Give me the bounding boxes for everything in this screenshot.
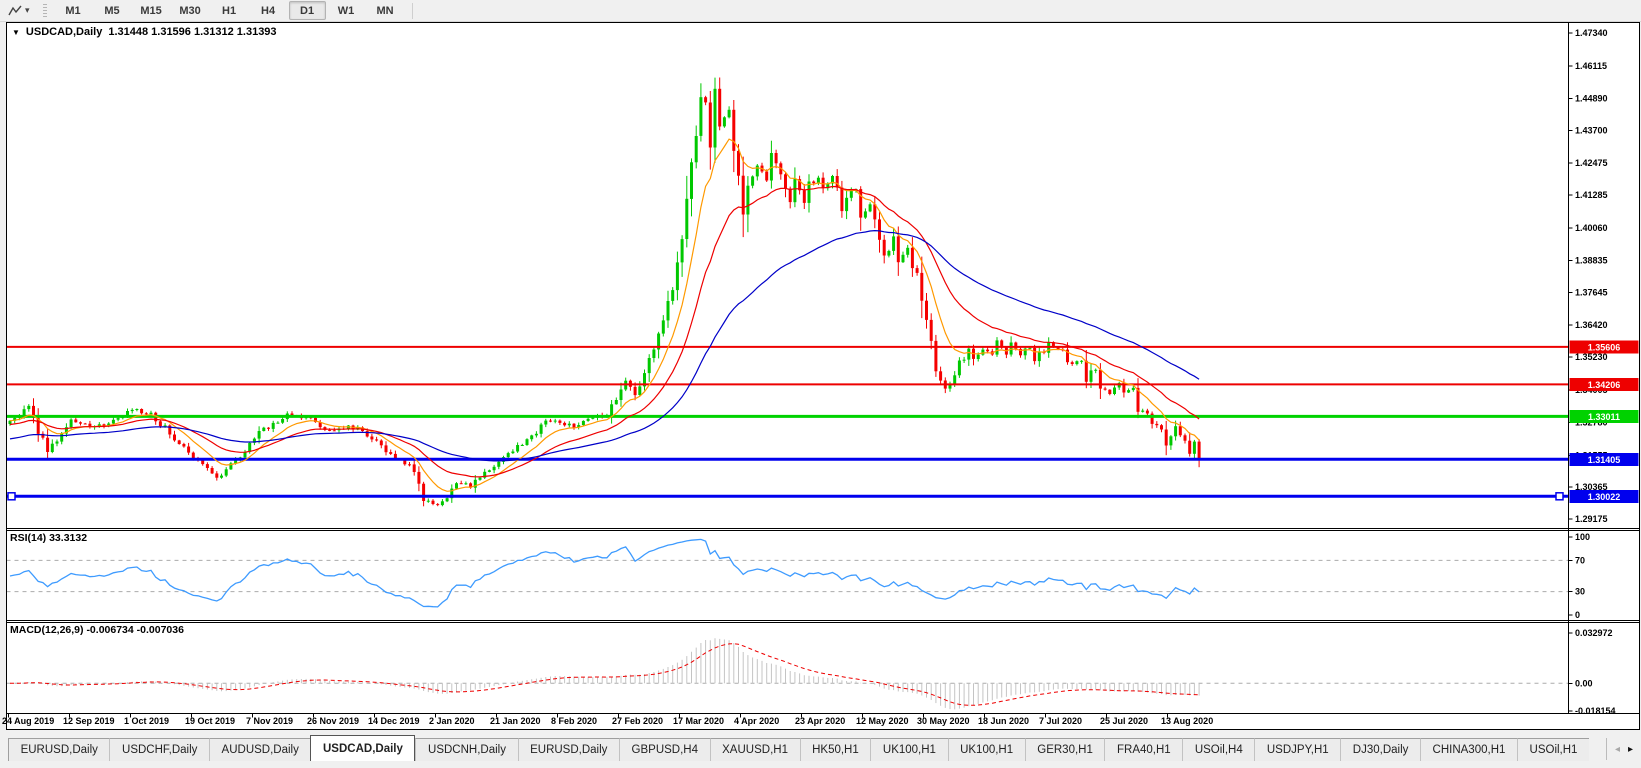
svg-text:1.35606: 1.35606 [1588, 342, 1621, 352]
svg-text:1 Oct 2019: 1 Oct 2019 [124, 716, 169, 726]
svg-text:1.31405: 1.31405 [1588, 455, 1621, 465]
svg-text:19 Oct 2019: 19 Oct 2019 [185, 716, 235, 726]
svg-text:18 Jun 2020: 18 Jun 2020 [978, 716, 1029, 726]
chart-tab-HK50-H1[interactable]: HK50,H1 [800, 738, 871, 761]
svg-text:30 May 2020: 30 May 2020 [917, 716, 970, 726]
chart-tabs-bar: EURUSD,DailyUSDCHF,DailyAUDUSD,DailyUSDC… [0, 730, 1641, 768]
svg-text:1.47340: 1.47340 [1575, 28, 1608, 38]
svg-text:1.34206: 1.34206 [1588, 380, 1621, 390]
svg-text:7 Nov 2019: 7 Nov 2019 [246, 716, 293, 726]
chart-dropdown-icon[interactable]: ▼ [12, 28, 20, 37]
svg-text:7 Jul 2020: 7 Jul 2020 [1039, 716, 1082, 726]
timeframe-button-M1[interactable]: M1 [55, 1, 92, 20]
mt4-chart-window: { "icons": { "chart_type": "line-chart-i… [0, 0, 1641, 768]
svg-text:1.46115: 1.46115 [1575, 61, 1607, 71]
svg-text:0.00: 0.00 [1575, 678, 1593, 688]
timeframe-button-D1[interactable]: D1 [289, 1, 326, 20]
chart-tab-CHINA300-H1[interactable]: CHINA300,H1 [1420, 738, 1517, 761]
chart-title: ▼ USDCAD,Daily 1.31448 1.31596 1.31312 1… [12, 26, 277, 38]
chart-tab-USDCHF-Daily[interactable]: USDCHF,Daily [109, 738, 209, 761]
svg-text:13 Aug 2020: 13 Aug 2020 [1161, 716, 1213, 726]
chart-tab-GBPUSD-H4[interactable]: GBPUSD,H4 [619, 738, 710, 761]
svg-text:17 Mar 2020: 17 Mar 2020 [673, 716, 724, 726]
timeframe-button-W1[interactable]: W1 [328, 1, 365, 20]
svg-text:0: 0 [1575, 610, 1580, 620]
timeframe-toolbar: ▾ M1M5M15M30H1H4D1W1MN [0, 0, 1641, 22]
svg-text:2 Jan 2020: 2 Jan 2020 [429, 716, 475, 726]
svg-text:0.032972: 0.032972 [1575, 628, 1613, 638]
svg-text:100: 100 [1575, 532, 1590, 542]
timeframe-button-H4[interactable]: H4 [250, 1, 287, 20]
svg-text:1.37645: 1.37645 [1575, 287, 1608, 297]
macd-indicator-label: MACD(12,26,9) -0.006734 -0.007036 [10, 624, 184, 636]
chart-tab-EURUSD-Daily[interactable]: EURUSD,Daily [518, 738, 619, 761]
svg-text:1.35230: 1.35230 [1575, 352, 1608, 362]
svg-text:1.29175: 1.29175 [1575, 514, 1608, 524]
tab-scroll-left-icon[interactable]: ◂ [1615, 744, 1620, 755]
svg-text:12 May 2020: 12 May 2020 [856, 716, 909, 726]
chart-tab-USOil-H4[interactable]: USOil,H4 [1182, 738, 1254, 761]
chart-tab-DJ30-Daily[interactable]: DJ30,Daily [1340, 738, 1420, 761]
chart-tab-FRA40-H1[interactable]: FRA40,H1 [1104, 738, 1182, 761]
timeframe-button-MN[interactable]: MN [367, 1, 404, 20]
chart-tab-USDJPY-H1[interactable]: USDJPY,H1 [1254, 738, 1340, 761]
chart-tab-USOil-H1[interactable]: USOil,H1 [1517, 738, 1589, 761]
svg-text:1.43700: 1.43700 [1575, 125, 1608, 135]
tab-scroll-right-icon[interactable]: ▸ [1628, 744, 1633, 755]
toolbar-grip[interactable] [43, 4, 47, 17]
chart-tab-XAUUSD-H1[interactable]: XAUUSD,H1 [710, 738, 800, 761]
svg-text:4 Apr 2020: 4 Apr 2020 [734, 716, 779, 726]
tab-scroll-controls: ◂ ▸ [1606, 738, 1633, 760]
svg-text:26 Nov 2019: 26 Nov 2019 [307, 716, 359, 726]
svg-text:27 Feb 2020: 27 Feb 2020 [612, 716, 663, 726]
svg-text:1.44890: 1.44890 [1575, 94, 1608, 104]
svg-text:-0.018154: -0.018154 [1575, 706, 1616, 716]
chart-tab-USDCAD-Daily[interactable]: USDCAD,Daily [310, 735, 415, 761]
chart-tab-EURUSD-Daily[interactable]: EURUSD,Daily [8, 738, 109, 761]
chart-tab-UK100-H1[interactable]: UK100,H1 [948, 738, 1025, 761]
chart-tab-AUDUSD-Daily[interactable]: AUDUSD,Daily [209, 738, 310, 761]
svg-text:1.40060: 1.40060 [1575, 223, 1608, 233]
chart-tab-GER30-H1[interactable]: GER30,H1 [1025, 738, 1105, 761]
chevron-down-icon: ▾ [25, 6, 30, 15]
svg-text:24 Aug 2019: 24 Aug 2019 [2, 716, 54, 726]
timeframe-button-M15[interactable]: M15 [133, 1, 170, 20]
svg-text:1.30022: 1.30022 [1588, 492, 1621, 502]
svg-text:1.42475: 1.42475 [1575, 158, 1608, 168]
chart-ohlc-values: 1.31448 1.31596 1.31312 1.31393 [108, 26, 276, 38]
chart-canvas[interactable]: 1.47340 1.46115 1.44890 1.43700 1.42475 1.412… [0, 0, 1641, 768]
timeframe-button-M5[interactable]: M5 [94, 1, 131, 20]
timeframe-button-H1[interactable]: H1 [211, 1, 248, 20]
svg-text:1.33011: 1.33011 [1588, 412, 1620, 422]
svg-text:1.38835: 1.38835 [1575, 256, 1608, 266]
chart-background [7, 23, 1640, 730]
svg-text:14 Dec 2019: 14 Dec 2019 [368, 716, 420, 726]
svg-text:1.36420: 1.36420 [1575, 320, 1608, 330]
chart-tabs: EURUSD,DailyUSDCHF,DailyAUDUSD,DailyUSDC… [8, 736, 1589, 761]
toolbar-separator [412, 3, 413, 19]
chart-tab-USDCNH-Daily[interactable]: USDCNH,Daily [415, 738, 517, 761]
svg-text:70: 70 [1575, 555, 1585, 565]
chart-tab-UK100-H1[interactable]: UK100,H1 [870, 738, 947, 761]
svg-text:21 Jan 2020: 21 Jan 2020 [490, 716, 541, 726]
timeframe-button-M30[interactable]: M30 [172, 1, 209, 20]
timeframe-buttons: M1M5M15M30H1H4D1W1MN [54, 1, 405, 20]
chart-type-button[interactable]: ▾ [4, 3, 34, 18]
rsi-indicator-label: RSI(14) 33.3132 [10, 532, 87, 544]
chart-symbol-period: USDCAD,Daily [26, 26, 102, 38]
svg-text:12 Sep 2019: 12 Sep 2019 [63, 716, 115, 726]
svg-text:1.41285: 1.41285 [1575, 190, 1608, 200]
svg-text:25 Jul 2020: 25 Jul 2020 [1100, 716, 1148, 726]
svg-text:8 Feb 2020: 8 Feb 2020 [551, 716, 597, 726]
svg-text:30: 30 [1575, 587, 1585, 597]
svg-text:23 Apr 2020: 23 Apr 2020 [795, 716, 845, 726]
line-chart-icon [8, 4, 23, 17]
